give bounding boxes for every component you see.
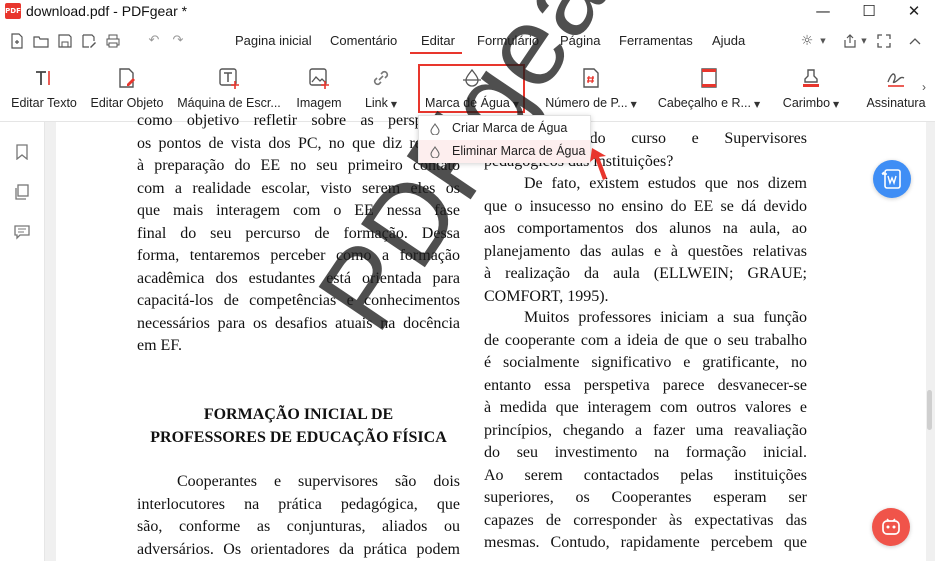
edit-text-icon: [33, 67, 55, 89]
typewriter-icon: [218, 67, 240, 89]
header-footer-tool[interactable]: Cabeçalho e R... ▼: [654, 64, 764, 114]
header-footer-label: Cabeçalho e R...: [657, 96, 751, 110]
theme-icon[interactable]: ☼: [799, 33, 815, 49]
typewriter-tool[interactable]: Máquina de Escr...: [174, 64, 284, 114]
image-icon: [308, 67, 330, 89]
left-column-paragraph-2: Cooperantes e supervisores são dois inte…: [137, 473, 460, 558]
section-heading: FORMAÇÃO INICIAL DE PROFESSORES DE EDUCA…: [150, 406, 447, 446]
create-watermark-item[interactable]: Criar Marca de Água: [419, 117, 590, 140]
pointer-arrow-icon: [590, 148, 607, 180]
link-tool[interactable]: Link ▼: [355, 64, 407, 114]
save-as-icon[interactable]: [81, 33, 97, 49]
link-icon: [370, 67, 392, 89]
share-caret-icon[interactable]: ▼: [856, 33, 872, 49]
assistant-bot-button[interactable]: [872, 508, 910, 546]
image-tool[interactable]: Imagem: [288, 64, 350, 114]
edit-object-icon: [116, 67, 138, 89]
redo-icon[interactable]: ↷: [170, 33, 186, 49]
link-label: Link: [364, 96, 388, 110]
edit-object-label: Editar Objeto: [90, 96, 164, 110]
signature-label: Assinatura: [866, 96, 926, 110]
convert-to-word-icon: [881, 169, 901, 189]
menu-comentario[interactable]: Comentário: [330, 33, 397, 48]
signature-icon: [885, 67, 907, 89]
typewriter-label: Máquina de Escr...: [177, 96, 281, 110]
stamp-caret-icon: ▼: [833, 100, 840, 109]
water-drop-icon: [430, 146, 440, 158]
stamp-tool[interactable]: Carimbo ▼: [776, 64, 846, 114]
collapse-ribbon-icon[interactable]: [907, 33, 923, 49]
undo-icon[interactable]: ↶: [146, 33, 162, 49]
bookmark-icon[interactable]: [14, 144, 30, 161]
theme-caret-icon[interactable]: ▼: [815, 33, 831, 49]
fullscreen-icon[interactable]: [876, 33, 892, 49]
header-footer-icon: [698, 67, 720, 89]
new-file-icon[interactable]: [9, 33, 25, 49]
print-icon[interactable]: [105, 33, 121, 49]
header-footer-caret-icon: ▼: [753, 100, 761, 109]
link-caret-icon: ▼: [390, 100, 398, 109]
left-sidebar: [0, 122, 45, 561]
watermark-dropdown-menu: Criar Marca de Água Eliminar Marca de Ág…: [418, 115, 591, 163]
comments-icon[interactable]: [14, 224, 30, 240]
vertical-scrollbar[interactable]: [927, 390, 932, 430]
stamp-label: Carimbo: [782, 96, 831, 110]
edit-text-tool[interactable]: Editar Texto: [4, 64, 84, 114]
menu-ajuda[interactable]: Ajuda: [712, 33, 745, 48]
save-icon[interactable]: [57, 33, 73, 49]
assistant-bot-icon: [882, 518, 900, 535]
right-column-paragraph-2: De fato, existem estudos que nos dizem q…: [484, 175, 807, 305]
page-number-caret-icon: ▼: [630, 100, 637, 109]
thumbnails-icon[interactable]: [14, 184, 30, 200]
ribbon-scroll-right-icon[interactable]: ›: [922, 80, 926, 94]
menu-pagina-inicial[interactable]: Pagina inicial: [235, 33, 312, 48]
remove-watermark-item[interactable]: Eliminar Marca de Água: [419, 140, 590, 163]
edit-object-tool[interactable]: Editar Objeto: [85, 64, 169, 114]
water-drop-icon: [430, 123, 440, 135]
window-title: download.pdf - PDFgear *: [26, 3, 188, 19]
maximize-icon[interactable]: ☐: [846, 0, 892, 24]
create-watermark-label: Criar Marca de Água: [452, 121, 568, 135]
menu-ferramentas[interactable]: Ferramentas: [619, 33, 693, 48]
image-label: Imagem: [296, 96, 342, 110]
open-folder-icon[interactable]: [33, 33, 49, 49]
stamp-icon: [800, 67, 822, 89]
minimize-icon[interactable]: —: [800, 0, 846, 24]
close-icon[interactable]: ✕: [891, 0, 935, 24]
remove-watermark-label: Eliminar Marca de Água: [452, 144, 586, 158]
app-logo-icon: PDF: [5, 3, 21, 19]
edit-text-label: Editar Texto: [11, 96, 77, 110]
right-column-paragraph-3: Muitos professores iniciam a sua função …: [484, 309, 807, 551]
convert-to-word-button[interactable]: [873, 160, 911, 198]
